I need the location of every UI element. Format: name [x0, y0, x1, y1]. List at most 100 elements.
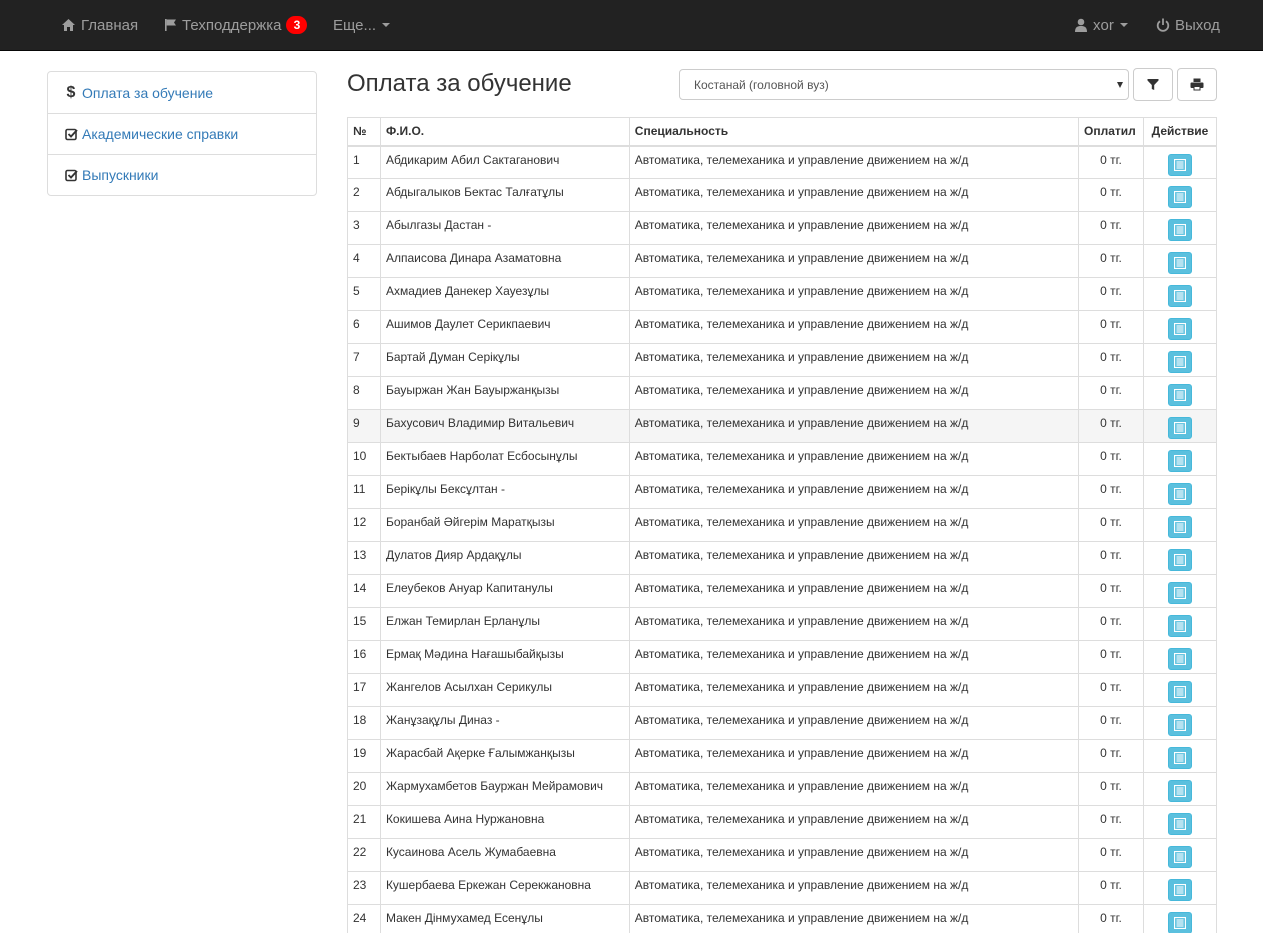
column-header-number: №	[347, 117, 381, 147]
sidebar-item-payment[interactable]: $ Оплата за обучение	[48, 72, 316, 113]
action-cell	[1143, 640, 1217, 674]
table-row: 1 Абдикарим Абил Сактаганович Автоматика, …	[347, 145, 1217, 179]
table-row: 13 Дулатов Дияр Ардақұлы Автоматика, телем…	[347, 541, 1217, 575]
student-specialty: Автоматика, телемеханика и управление дв…	[628, 277, 1080, 311]
sidebar-item-label: Академические справки	[82, 126, 239, 142]
details-button[interactable]	[1168, 549, 1192, 571]
list-icon	[1174, 191, 1186, 203]
details-button[interactable]	[1168, 153, 1192, 176]
table-row: 2 Абдыгалыков Бектас Талғатұлы Автоматика,…	[347, 178, 1217, 212]
student-name: Берікұлы Бексұлтан -	[379, 475, 630, 509]
column-header-specialty: Специальность	[628, 117, 1080, 147]
student-name: Абылгазы Дастан -	[379, 211, 630, 245]
details-button[interactable]	[1168, 483, 1192, 505]
action-cell	[1143, 871, 1217, 905]
details-button[interactable]	[1168, 615, 1192, 637]
details-button[interactable]	[1168, 879, 1192, 901]
action-cell	[1143, 244, 1217, 278]
row-number: 20	[347, 772, 381, 806]
details-button[interactable]	[1168, 648, 1192, 670]
list-icon	[1174, 752, 1186, 764]
student-specialty: Автоматика, телемеханика и управление дв…	[628, 211, 1080, 245]
details-button[interactable]	[1168, 186, 1192, 208]
nav-logout[interactable]: Выход	[1156, 0, 1220, 50]
details-button[interactable]	[1168, 252, 1192, 274]
table-row: 24 Макен Дінмухамед Есенұлы Автоматика, те…	[347, 904, 1217, 933]
filter-button[interactable]	[1133, 68, 1173, 101]
list-icon	[1174, 290, 1186, 302]
student-name: Ахмадиев Данекер Хауезұлы	[379, 277, 630, 311]
list-icon	[1174, 224, 1186, 236]
details-button[interactable]	[1168, 681, 1192, 703]
student-name: Боранбай Әйгерім Маратқызы	[379, 508, 630, 542]
row-number: 11	[347, 475, 381, 509]
student-name: Ашимов Даулет Серикпаевич	[379, 310, 630, 344]
details-button[interactable]	[1168, 318, 1192, 340]
table-row: 10 Бектыбаев Нарболат Есбосынұлы Автоматик…	[347, 442, 1217, 476]
details-button[interactable]	[1168, 846, 1192, 868]
nav-more-dropdown[interactable]: Еще...	[333, 0, 391, 50]
paid-amount: 0 тг.	[1078, 508, 1144, 542]
action-cell	[1143, 706, 1217, 740]
list-icon	[1174, 719, 1186, 731]
table-row: 12 Боранбай Әйгерім Маратқызы Автоматика, …	[347, 508, 1217, 542]
details-button[interactable]	[1168, 219, 1192, 241]
details-button[interactable]	[1168, 285, 1192, 307]
table-row: 16 Ермақ Мәдина Нағашыбайқызы Автоматика, …	[347, 640, 1217, 674]
print-button[interactable]	[1177, 68, 1217, 101]
details-button[interactable]	[1168, 351, 1192, 373]
list-icon	[1174, 785, 1186, 797]
row-number: 17	[347, 673, 381, 707]
student-specialty: Автоматика, телемеханика и управление дв…	[628, 640, 1080, 674]
student-name: Макен Дінмухамед Есенұлы	[379, 904, 630, 933]
details-button[interactable]	[1168, 417, 1192, 439]
action-cell	[1143, 508, 1217, 542]
nav-home[interactable]: Главная	[61, 0, 138, 50]
list-icon	[1174, 158, 1186, 171]
details-button[interactable]	[1168, 582, 1192, 604]
student-specialty: Автоматика, телемеханика и управление дв…	[628, 739, 1080, 773]
details-button[interactable]	[1168, 450, 1192, 472]
paid-amount: 0 тг.	[1078, 211, 1144, 245]
table-row: 14 Елеубеков Ануар Капитанулы Автоматика, …	[347, 574, 1217, 608]
paid-amount: 0 тг.	[1078, 772, 1144, 806]
paid-amount: 0 тг.	[1078, 607, 1144, 641]
student-specialty: Автоматика, телемеханика и управление дв…	[628, 838, 1080, 872]
table-row: 11 Берікұлы Бексұлтан - Автоматика, телеме…	[347, 475, 1217, 509]
details-button[interactable]	[1168, 516, 1192, 538]
nav-user-dropdown[interactable]: xor	[1074, 0, 1128, 50]
sidebar-item-certificates[interactable]: Академические справки	[48, 113, 316, 154]
table-row: 5 Ахмадиев Данекер Хауезұлы Автоматика, те…	[347, 277, 1217, 311]
row-number: 15	[347, 607, 381, 641]
details-button[interactable]	[1168, 912, 1192, 933]
student-name: Жанұзақұлы Диназ -	[379, 706, 630, 740]
action-cell	[1143, 805, 1217, 839]
row-number: 23	[347, 871, 381, 905]
nav-user-label: xor	[1093, 16, 1114, 34]
details-button[interactable]	[1168, 714, 1192, 736]
campus-select[interactable]: Костанай (головной вуз)	[679, 69, 1129, 100]
list-icon	[1174, 554, 1186, 566]
student-specialty: Автоматика, телемеханика и управление дв…	[628, 310, 1080, 344]
details-button[interactable]	[1168, 813, 1192, 835]
list-icon	[1174, 851, 1186, 863]
sidebar-item-graduates[interactable]: Выпускники	[48, 154, 316, 195]
student-specialty: Автоматика, телемеханика и управление дв…	[628, 805, 1080, 839]
student-specialty: Автоматика, телемеханика и управление дв…	[628, 145, 1080, 179]
student-name: Дулатов Дияр Ардақұлы	[379, 541, 630, 575]
row-number: 6	[347, 310, 381, 344]
student-specialty: Автоматика, телемеханика и управление дв…	[628, 244, 1080, 278]
paid-amount: 0 тг.	[1078, 904, 1144, 933]
top-navbar: Главная Техподдержка 3 Еще... xor Выход	[0, 0, 1263, 51]
action-cell	[1143, 376, 1217, 410]
chevron-down-icon	[1117, 82, 1123, 88]
details-button[interactable]	[1168, 384, 1192, 406]
action-cell	[1143, 739, 1217, 773]
details-button[interactable]	[1168, 747, 1192, 769]
details-button[interactable]	[1168, 780, 1192, 802]
list-icon	[1174, 653, 1186, 665]
nav-support[interactable]: Техподдержка 3	[164, 0, 308, 50]
row-number: 3	[347, 211, 381, 245]
action-cell	[1143, 211, 1217, 245]
student-specialty: Автоматика, телемеханика и управление дв…	[628, 574, 1080, 608]
